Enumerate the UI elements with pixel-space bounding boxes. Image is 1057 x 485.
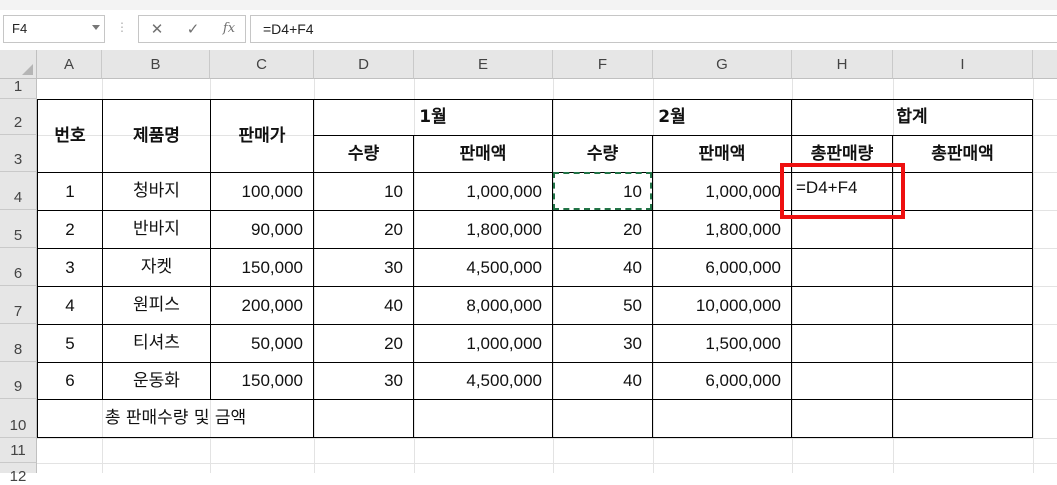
cell-d6[interactable]: 30 xyxy=(314,249,403,286)
cell-a4[interactable]: 1 xyxy=(38,173,102,210)
cell-c5[interactable]: 90,000 xyxy=(211,211,303,248)
cell-a6[interactable]: 3 xyxy=(38,249,102,286)
cell-b4[interactable]: 청바지 xyxy=(103,173,210,210)
column-header-d[interactable]: D xyxy=(314,50,414,79)
header-total-amount[interactable]: 총판매액 xyxy=(893,136,1032,172)
cell-a5[interactable]: 2 xyxy=(38,211,102,248)
cell-d8[interactable]: 20 xyxy=(314,325,403,362)
enter-icon[interactable]: ✓ xyxy=(181,19,205,39)
row-header-5[interactable]: 5 xyxy=(0,210,37,248)
cell-c6[interactable]: 150,000 xyxy=(211,249,303,286)
column-header-a[interactable]: A xyxy=(37,50,102,79)
header-amount2[interactable]: 판매액 xyxy=(653,136,791,172)
header-qty1[interactable]: 수량 xyxy=(314,136,413,172)
cell-g5[interactable]: 1,800,000 xyxy=(653,211,781,248)
row-header-11[interactable]: 11 xyxy=(0,438,37,463)
cell-f6[interactable]: 40 xyxy=(553,249,642,286)
cell-b6[interactable]: 자켓 xyxy=(103,249,210,286)
cell-c7[interactable]: 200,000 xyxy=(211,287,303,324)
header-price[interactable]: 판매가 xyxy=(211,100,313,172)
cell-d9[interactable]: 30 xyxy=(314,363,403,399)
cell-b5[interactable]: 반바지 xyxy=(103,211,210,248)
formula-buttons: ✕ ✓ fx xyxy=(138,15,246,43)
cell-g9[interactable]: 6,000,000 xyxy=(653,363,781,399)
column-header-c[interactable]: C xyxy=(210,50,314,79)
cell-e7[interactable]: 8,000,000 xyxy=(414,287,542,324)
header-total[interactable]: 합계 xyxy=(792,100,1032,135)
formula-text: =D4+F4 xyxy=(263,21,314,37)
row-header-12[interactable]: 12 xyxy=(0,463,37,485)
cell-a8[interactable]: 5 xyxy=(38,325,102,362)
cell-f5[interactable]: 20 xyxy=(553,211,642,248)
cell-e6[interactable]: 4,500,000 xyxy=(414,249,542,286)
row-header-2[interactable]: 2 xyxy=(0,99,37,135)
header-amount1[interactable]: 판매액 xyxy=(414,136,552,172)
cell-g7[interactable]: 10,000,000 xyxy=(653,287,781,324)
formula-bar: F4 ⋮ ✕ ✓ fx =D4+F4 xyxy=(0,10,1057,50)
header-month1[interactable]: 1월 xyxy=(314,100,552,135)
cell-d5[interactable]: 20 xyxy=(314,211,403,248)
row-header-8[interactable]: 8 xyxy=(0,324,37,362)
cell-a9[interactable]: 6 xyxy=(38,363,102,399)
column-header-e[interactable]: E xyxy=(414,50,553,79)
row-header-10[interactable]: 10 xyxy=(0,399,37,438)
row-header-6[interactable]: 6 xyxy=(0,248,37,286)
cell-b8[interactable]: 티셔츠 xyxy=(103,325,210,362)
column-header-g[interactable]: G xyxy=(653,50,792,79)
cell-d7[interactable]: 40 xyxy=(314,287,403,324)
cell-c9[interactable]: 150,000 xyxy=(211,363,303,399)
cell-g4[interactable]: 1,000,000 xyxy=(653,173,781,210)
cell-g6[interactable]: 6,000,000 xyxy=(653,249,781,286)
cell-e9[interactable]: 4,500,000 xyxy=(414,363,542,399)
cell-i4[interactable] xyxy=(893,173,1032,210)
row-header-7[interactable]: 7 xyxy=(0,286,37,324)
cell-a7[interactable]: 4 xyxy=(38,287,102,324)
header-product[interactable]: 제품명 xyxy=(103,100,210,172)
column-header-b[interactable]: B xyxy=(102,50,210,79)
header-qty2[interactable]: 수량 xyxy=(553,136,652,172)
cell-g8[interactable]: 1,500,000 xyxy=(653,325,781,362)
row-header-3[interactable]: 3 xyxy=(0,135,37,172)
header-month2[interactable]: 2월 xyxy=(553,100,791,135)
cell-e5[interactable]: 1,800,000 xyxy=(414,211,542,248)
cell-f9[interactable]: 40 xyxy=(553,363,642,399)
column-header-h[interactable]: H xyxy=(792,50,893,79)
row-header-9[interactable]: 9 xyxy=(0,362,37,399)
chevron-down-icon[interactable] xyxy=(92,25,100,30)
name-box-value: F4 xyxy=(12,21,28,36)
cell-b9[interactable]: 운동화 xyxy=(103,363,210,399)
select-all-button[interactable] xyxy=(0,50,37,79)
column-header-j[interactable] xyxy=(1033,50,1057,79)
total-row-label[interactable]: 총 판매수량 및 금액 xyxy=(38,400,313,437)
header-no[interactable]: 번호 xyxy=(38,100,102,172)
cell-c8[interactable]: 50,000 xyxy=(211,325,303,362)
cell-f8[interactable]: 30 xyxy=(553,325,642,362)
cell-e8[interactable]: 1,000,000 xyxy=(414,325,542,362)
cancel-icon[interactable]: ✕ xyxy=(145,19,169,39)
cell-c4[interactable]: 100,000 xyxy=(211,173,303,210)
row-header-4[interactable]: 4 xyxy=(0,172,37,210)
column-header-f[interactable]: F xyxy=(553,50,653,79)
insert-function-icon[interactable]: fx xyxy=(217,19,241,39)
more-options-icon[interactable]: ⋮ xyxy=(116,20,128,34)
cell-b7[interactable]: 원피스 xyxy=(103,287,210,324)
row-header-1[interactable]: 1 xyxy=(0,78,37,99)
cell-f7[interactable]: 50 xyxy=(553,287,642,324)
name-box[interactable]: F4 xyxy=(3,15,105,43)
copy-marquee xyxy=(553,172,652,210)
column-header-i[interactable]: I xyxy=(893,50,1033,79)
formula-input[interactable]: =D4+F4 xyxy=(250,15,1057,43)
highlight-box xyxy=(780,163,905,219)
cell-d4[interactable]: 10 xyxy=(314,173,403,210)
cell-e4[interactable]: 1,000,000 xyxy=(414,173,542,210)
worksheet-grid[interactable]: A B C D E F G H I 1 2 3 4 5 6 7 8 9 10 1… xyxy=(0,50,1057,485)
